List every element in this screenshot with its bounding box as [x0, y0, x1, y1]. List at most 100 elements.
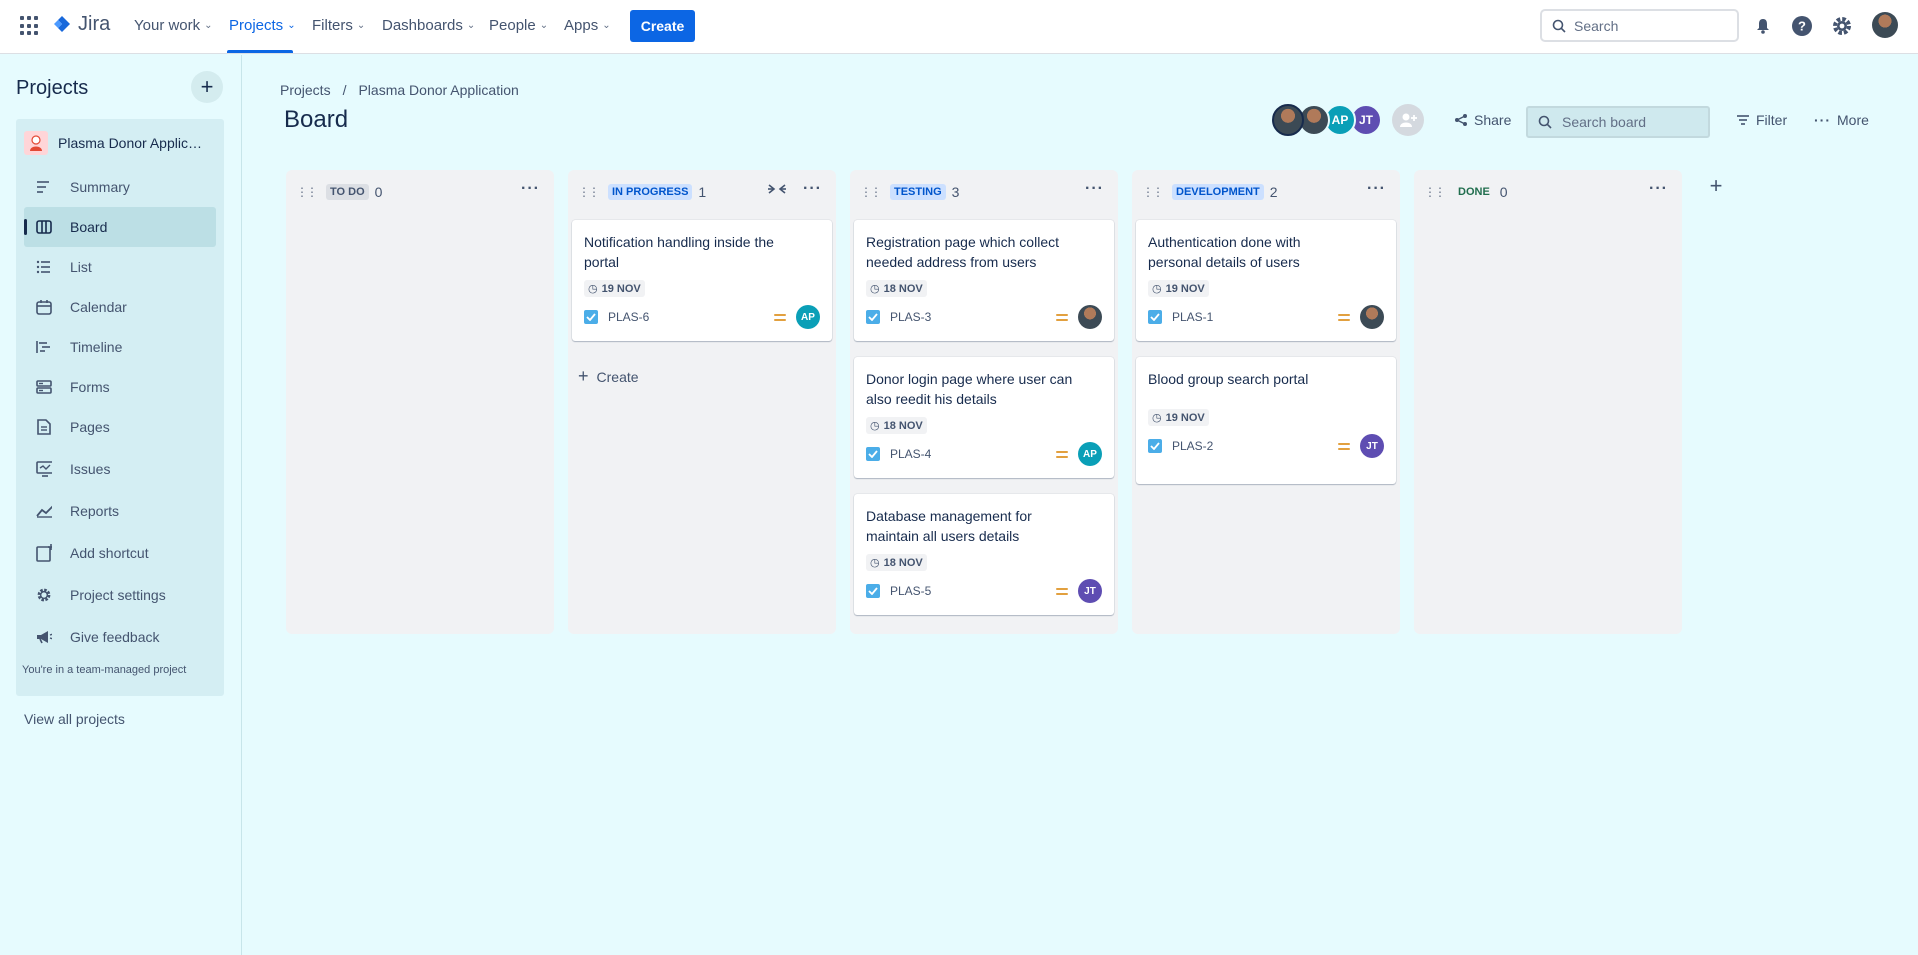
profile-avatar[interactable] — [1872, 12, 1898, 38]
task-type-icon — [866, 310, 880, 324]
sidebar-item-label: Board — [70, 219, 108, 235]
sidebar-item-calendar[interactable]: Calendar — [24, 287, 216, 327]
clock-icon: ◷ — [870, 557, 880, 569]
task-type-icon — [1148, 310, 1162, 324]
summary-icon — [36, 179, 52, 195]
issue-card[interactable]: Authentication done with personal detail… — [1136, 220, 1396, 341]
issue-card[interactable]: Donor login page where user can also ree… — [854, 357, 1114, 478]
issue-key[interactable]: PLAS-5 — [890, 584, 931, 598]
drag-handle-icon[interactable]: ⋮⋮ — [860, 185, 882, 199]
chevron-down-icon: ⌄ — [287, 20, 296, 31]
sidebar-item-forms[interactable]: Forms — [24, 367, 216, 407]
team-managed-note: You're in a team-managed project — [22, 664, 187, 676]
column-header: ⋮⋮ TESTING 3 ··· — [860, 180, 1108, 204]
jira-logo[interactable]: Jira — [52, 13, 110, 36]
column-more-icon[interactable]: ··· — [1085, 180, 1104, 198]
issue-key[interactable]: PLAS-3 — [890, 310, 931, 324]
priority-medium-icon — [1056, 450, 1068, 458]
share-button[interactable]: Share — [1454, 112, 1511, 128]
drag-handle-icon[interactable]: ⋮⋮ — [1142, 185, 1164, 199]
nav-people-label: People — [489, 17, 536, 34]
column-more-icon[interactable]: ··· — [1367, 180, 1386, 198]
app-switcher-icon[interactable] — [20, 16, 40, 36]
card-footer: PLAS-5 JT — [866, 579, 1102, 603]
global-search-input[interactable]: Search — [1540, 9, 1739, 42]
issue-card[interactable]: Registration page which collect needed a… — [854, 220, 1114, 341]
nav-people[interactable]: People ⌄ — [489, 17, 548, 34]
issue-card[interactable]: Database management for maintain all use… — [854, 494, 1114, 615]
chevron-down-icon: ⌄ — [602, 20, 611, 31]
calendar-icon — [36, 299, 52, 315]
column-more-icon[interactable]: ··· — [1649, 180, 1668, 198]
notifications-bell-icon[interactable] — [1751, 14, 1775, 38]
sidebar-item-add-shortcut[interactable]: Add shortcut — [24, 533, 216, 573]
nav-dashboards[interactable]: Dashboards ⌄ — [382, 17, 475, 34]
settings-gear-icon[interactable] — [1830, 14, 1854, 38]
create-issue-button[interactable]: + Create — [578, 366, 639, 387]
nav-your-work[interactable]: Your work ⌄ — [134, 17, 213, 34]
help-icon[interactable]: ? — [1790, 14, 1814, 38]
column-more-icon[interactable]: ··· — [803, 180, 822, 198]
sidebar-item-project-settings[interactable]: Project settings — [24, 575, 216, 615]
nav-projects[interactable]: Projects ⌄ — [229, 17, 296, 34]
nav-filters[interactable]: Filters ⌄ — [312, 17, 365, 34]
view-all-projects-link[interactable]: View all projects — [24, 711, 125, 727]
drag-handle-icon[interactable]: ⋮⋮ — [578, 185, 600, 199]
filter-button[interactable]: Filter — [1736, 112, 1787, 128]
more-button[interactable]: ··· More — [1814, 112, 1869, 128]
sidebar-item-pages[interactable]: Pages — [24, 407, 216, 447]
breadcrumb-projects[interactable]: Projects — [280, 82, 331, 98]
issue-key[interactable]: PLAS-2 — [1172, 439, 1213, 453]
column-more-icon[interactable]: ··· — [521, 180, 540, 198]
issue-card[interactable]: Notification handling inside the portal … — [572, 220, 832, 341]
sidebar-item-board[interactable]: Board — [24, 207, 216, 247]
issue-key[interactable]: PLAS-1 — [1172, 310, 1213, 324]
issue-key[interactable]: PLAS-6 — [608, 310, 649, 324]
sidebar-item-label: Forms — [70, 379, 110, 395]
sidebar-item-list[interactable]: List — [24, 247, 216, 287]
issue-card[interactable]: Blood group search portal ◷ 19 NOV PLAS-2… — [1136, 357, 1396, 484]
project-switcher[interactable]: Plasma Donor Application — [24, 127, 216, 159]
sidebar-item-label: Issues — [70, 461, 111, 477]
clock-icon: ◷ — [870, 283, 880, 295]
assignee-avatar[interactable]: JT — [1360, 434, 1384, 458]
project-sidebar: Projects + Plasma Donor Application Summ… — [0, 55, 242, 955]
member-avatar[interactable] — [1272, 104, 1304, 136]
drag-handle-icon[interactable]: ⋮⋮ — [296, 185, 318, 199]
priority-medium-icon — [1056, 587, 1068, 595]
issue-key[interactable]: PLAS-4 — [890, 447, 931, 461]
board-members: AP JT — [1272, 104, 1382, 136]
due-date-badge: ◷ 18 NOV — [866, 417, 927, 434]
add-column-button[interactable]: + — [1700, 170, 1732, 202]
add-project-button[interactable]: + — [191, 71, 223, 103]
create-button[interactable]: Create — [630, 10, 695, 42]
sidebar-item-summary[interactable]: Summary — [24, 167, 216, 207]
breadcrumb-project[interactable]: Plasma Donor Application — [358, 82, 518, 98]
sidebar-item-give-feedback[interactable]: Give feedback — [24, 617, 216, 657]
assignee-avatar[interactable]: JT — [1078, 579, 1102, 603]
board-column-todo: ⋮⋮ TO DO 0 ··· — [286, 170, 554, 634]
plus-icon: + — [578, 366, 589, 386]
assignee-avatar[interactable]: AP — [796, 305, 820, 329]
jira-mark-icon — [54, 15, 70, 32]
board-column-development: ⋮⋮ DEVELOPMENT 2 ··· Authentication done… — [1132, 170, 1400, 634]
nav-apps[interactable]: Apps ⌄ — [564, 17, 611, 34]
drag-handle-icon[interactable]: ⋮⋮ — [1424, 185, 1446, 199]
board-column-in-progress: ⋮⋮ IN PROGRESS 1 ··· Notification handli… — [568, 170, 836, 634]
assignee-avatar[interactable] — [1360, 305, 1384, 329]
column-header: ⋮⋮ DEVELOPMENT 2 ··· — [1142, 180, 1390, 204]
add-people-button[interactable] — [1392, 104, 1424, 136]
assignee-avatar[interactable] — [1078, 305, 1102, 329]
nav-your-work-label: Your work — [134, 17, 201, 34]
card-footer: PLAS-3 — [866, 305, 1102, 329]
sidebar-item-label: Project settings — [70, 587, 166, 603]
sidebar-item-issues[interactable]: Issues — [24, 449, 216, 489]
project-avatar-icon — [24, 131, 48, 155]
sidebar-item-label: Give feedback — [70, 629, 160, 645]
member-avatar-initials: JT — [1358, 113, 1373, 127]
sidebar-item-reports[interactable]: Reports — [24, 491, 216, 531]
board-search-input[interactable]: Search board — [1526, 106, 1710, 138]
collapse-column-icon[interactable] — [768, 182, 786, 198]
sidebar-item-timeline[interactable]: Timeline — [24, 327, 216, 367]
assignee-avatar[interactable]: AP — [1078, 442, 1102, 466]
